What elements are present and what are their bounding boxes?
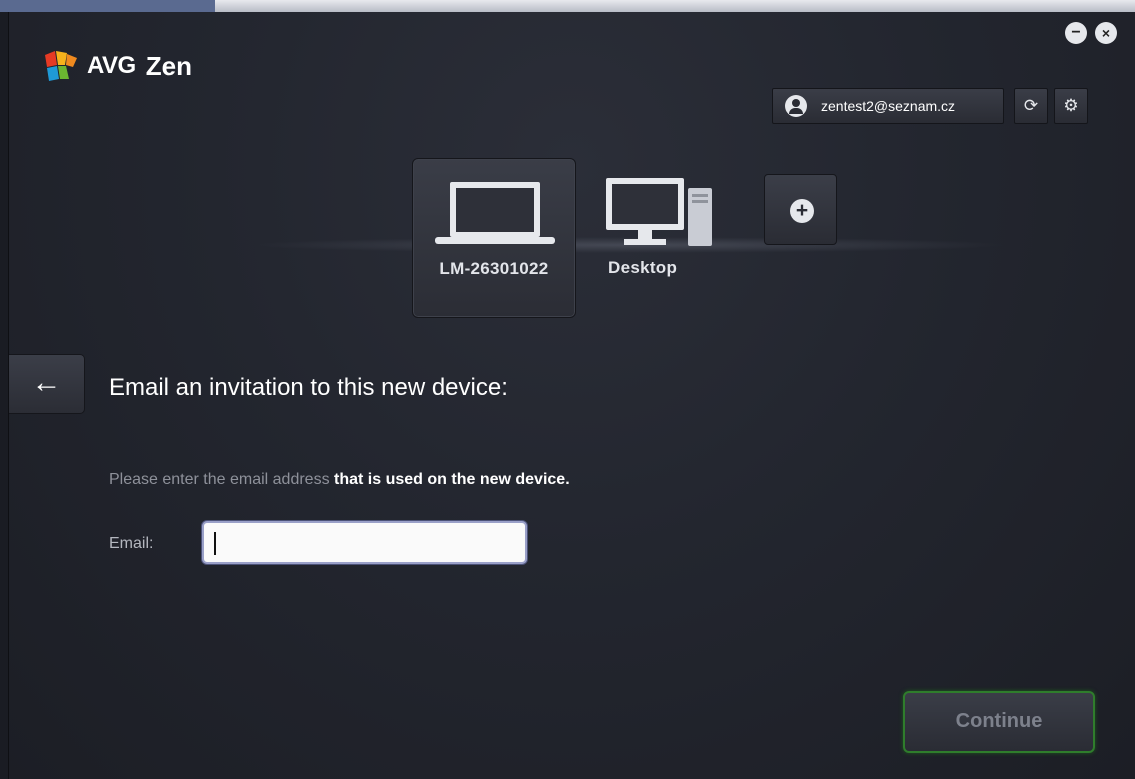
instruction-text: Please enter the email address that is u… (109, 471, 570, 489)
user-icon (785, 95, 807, 117)
add-device-button[interactable]: + (764, 174, 837, 245)
desktop-icon (606, 178, 712, 246)
device-name: LM-26301022 (439, 259, 549, 278)
page-title: Email an invitation to this new device: (109, 374, 508, 401)
product-name: Zen (145, 50, 192, 81)
app-logo: AVG Zen (43, 49, 192, 83)
avg-logo-icon (43, 49, 85, 83)
gear-icon: ⚙ (1063, 96, 1079, 115)
settings-button[interactable]: ⚙ (1054, 88, 1088, 124)
taskbar-tab (0, 0, 215, 12)
refresh-button[interactable]: ⟳ (1014, 88, 1048, 124)
email-field[interactable] (202, 521, 527, 564)
account-button[interactable]: zentest2@seznam.cz (772, 88, 1004, 124)
device-desktop[interactable]: Desktop (584, 158, 748, 318)
title-strip (0, 0, 1135, 12)
device-name: Desktop (608, 258, 678, 277)
minimize-button[interactable]: − (1065, 22, 1087, 44)
brand-name: AVG (87, 52, 136, 79)
account-email: zentest2@seznam.cz (821, 98, 956, 114)
refresh-icon: ⟳ (1023, 96, 1039, 115)
email-label: Email: (109, 535, 154, 552)
close-button[interactable]: × (1095, 22, 1117, 44)
app-window: − × AVG Zen zentest2@seznam.cz ⟳ ⚙ LM-26… (8, 12, 1135, 779)
title-bar (215, 0, 1135, 12)
text-caret (214, 532, 216, 555)
continue-button[interactable]: Continue (903, 691, 1095, 753)
plus-icon: + (790, 199, 814, 223)
instruction-text-dim: Please enter the email address (109, 471, 330, 488)
device-laptop[interactable]: LM-26301022 (412, 158, 576, 318)
laptop-icon (435, 182, 555, 244)
back-button[interactable]: ← (9, 354, 85, 414)
instruction-text-bold: that is used on the new device. (334, 471, 570, 488)
arrow-left-icon: ← (31, 366, 62, 399)
